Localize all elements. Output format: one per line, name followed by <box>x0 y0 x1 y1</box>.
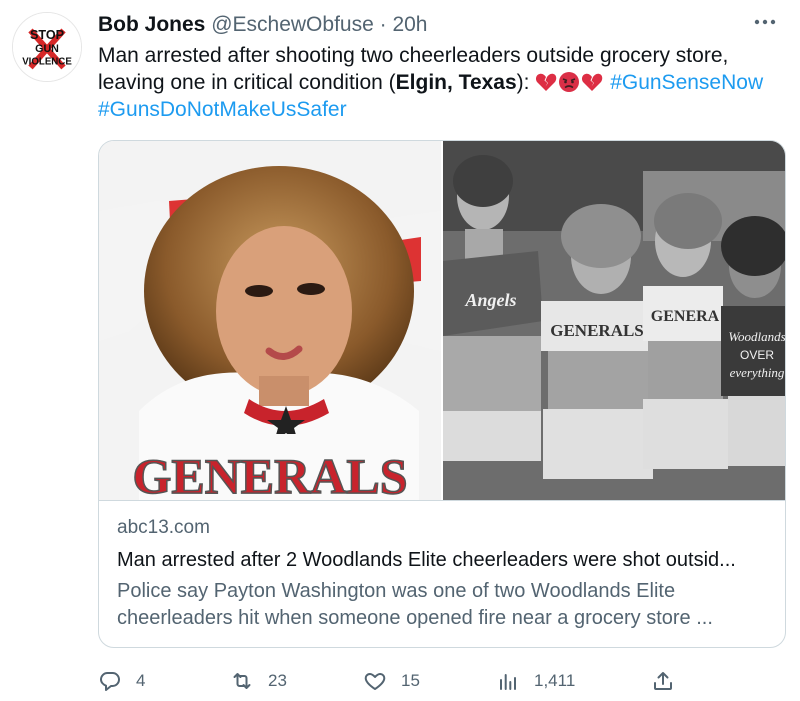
like-button[interactable]: 15 <box>363 666 420 696</box>
retweet-button[interactable]: 23 <box>230 666 287 696</box>
author-handle[interactable]: @EschewObfuse <box>211 13 374 36</box>
reply-button[interactable]: 4 <box>98 666 145 696</box>
tweet-text-line2-prefix: leaving one in critical condition ( <box>98 71 396 94</box>
card-description: Police say Payton Washington was one of … <box>117 580 713 629</box>
svg-text:Woodlands: Woodlands <box>728 329 785 344</box>
card-divider <box>99 500 785 501</box>
svg-text:GUN: GUN <box>35 43 59 55</box>
separator-dot: · <box>379 13 387 36</box>
hashtag-gunsensenow[interactable]: #GunSenseNow <box>610 71 763 94</box>
more-options-icon[interactable] <box>752 12 778 32</box>
tweet-actions: 4 23 15 1,411 <box>98 666 698 696</box>
svg-text:GENERALS: GENERALS <box>132 448 407 500</box>
reply-icon <box>100 672 120 691</box>
angry-face-icon <box>558 71 580 93</box>
svg-text:Angels: Angels <box>464 290 516 310</box>
stop-gun-violence-logo: STOP GUN VIOLENCE <box>13 13 81 81</box>
tweet-text-line2-suffix: ): <box>516 71 530 94</box>
share-button[interactable] <box>651 666 689 696</box>
broken-heart-icon <box>535 71 557 93</box>
tweet-text-line1: Man arrested after shooting two cheerlea… <box>98 44 729 67</box>
card-domain: abc13.com <box>117 517 210 538</box>
svg-text:everything: everything <box>730 365 785 380</box>
broken-heart-icon <box>581 71 603 93</box>
tweet-header: Bob Jones @EschewObfuse · 20h <box>98 12 428 38</box>
hashtag-gunsdonotmakeussafer[interactable]: #GunsDoNotMakeUsSafer <box>98 98 347 121</box>
svg-text:VIOLENCE: VIOLENCE <box>22 56 72 67</box>
link-preview-card[interactable]: GENERALS Angels GENERALS GENERA Woodland… <box>98 140 786 648</box>
svg-text:GENERA: GENERA <box>651 308 720 325</box>
like-count: 15 <box>401 671 420 690</box>
retweet-count: 23 <box>268 671 287 690</box>
retweet-icon <box>233 673 251 689</box>
heart-icon <box>364 673 386 690</box>
author-name[interactable]: Bob Jones <box>98 13 205 36</box>
views-chart-icon <box>500 674 516 690</box>
reply-count: 4 <box>136 671 146 690</box>
tweet-text: Man arrested after shooting two cheerlea… <box>98 42 788 123</box>
view-count: 1,411 <box>534 671 576 690</box>
avatar[interactable]: STOP GUN VIOLENCE <box>12 12 82 82</box>
share-icon <box>654 672 672 690</box>
card-images[interactable]: GENERALS Angels GENERALS GENERA Woodland… <box>99 141 785 500</box>
svg-text:OVER: OVER <box>740 348 774 362</box>
card-title[interactable]: Man arrested after 2 Woodlands Elite che… <box>117 547 777 573</box>
views-button[interactable]: 1,411 <box>496 666 575 696</box>
svg-text:GENERALS: GENERALS <box>550 321 644 340</box>
svg-text:STOP: STOP <box>30 28 64 42</box>
card-image-right[interactable]: Angels GENERALS GENERA Woodlands OVER ev… <box>443 141 785 500</box>
tweet-timestamp[interactable]: 20h <box>392 13 427 36</box>
tweet-location: Elgin, Texas <box>395 71 517 94</box>
card-image-left[interactable]: GENERALS <box>99 141 441 500</box>
